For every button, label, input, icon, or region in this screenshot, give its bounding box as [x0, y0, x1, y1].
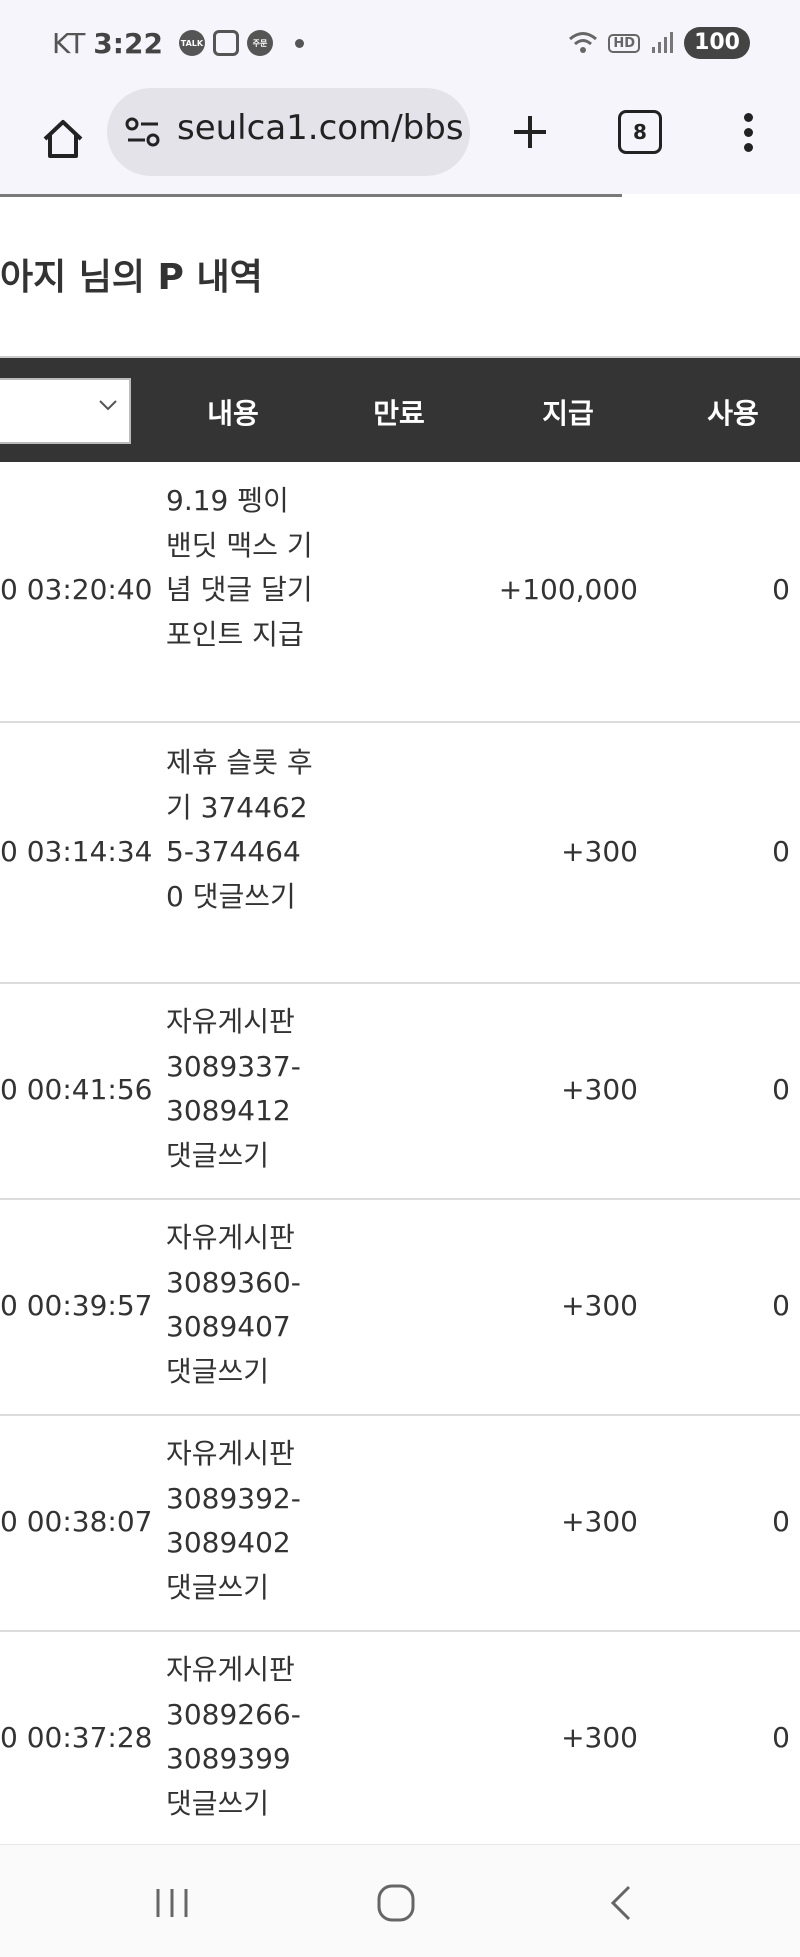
menu-dot-icon — [743, 127, 753, 137]
row-use: 0 — [772, 1073, 790, 1106]
more-notifications-dot — [294, 38, 304, 48]
row-use: 0 — [772, 835, 790, 868]
row-time: 0 00:41:56 — [0, 1073, 153, 1106]
row-pay: +300 — [561, 1721, 638, 1754]
table-row: 0 00:41:56 자유게시판 3089337-3089412 댓글쓰기 +3… — [0, 984, 800, 1200]
home-icon — [43, 120, 83, 158]
row-use: 0 — [772, 1289, 790, 1322]
tab-switcher-button[interactable]: 8 — [618, 110, 662, 154]
status-left: KT 3:22 TALK 주문 — [52, 20, 304, 66]
row-time: 0 03:14:34 — [0, 835, 153, 868]
url-text[interactable]: seulca1.com/bbs — [177, 108, 467, 148]
row-pay: +300 — [561, 1289, 638, 1322]
row-time: 0 03:20:40 — [0, 573, 153, 606]
plus-icon — [514, 116, 546, 148]
row-pay: +100,000 — [498, 573, 638, 606]
row-time: 0 00:39:57 — [0, 1289, 153, 1322]
header-pay: 지급 — [542, 397, 594, 430]
table-row: 0 00:37:28 자유게시판 3089266-3089399 댓글쓰기 +3… — [0, 1632, 800, 1846]
row-description: 자유게시판 3089360-3089407 댓글쓰기 — [166, 1221, 301, 1388]
menu-dot-icon — [743, 142, 753, 152]
row-time: 0 00:37:28 — [0, 1721, 153, 1754]
row-time: 0 00:38:07 — [0, 1505, 153, 1538]
row-pay: +300 — [561, 1505, 638, 1538]
signal-icon — [652, 32, 674, 53]
page-title: 아지 님의 P 내역 — [0, 257, 263, 298]
row-use: 0 — [772, 1505, 790, 1538]
url-bar[interactable]: seulca1.com/bbs — [107, 88, 470, 176]
recent-apps-icon — [156, 1889, 188, 1917]
home-nav-button[interactable] — [366, 1873, 426, 1933]
status-right: HD 100 — [568, 26, 750, 60]
kakaotalk-icon: TALK — [178, 30, 205, 56]
home-circle-icon — [377, 1884, 415, 1922]
browser-menu-button[interactable] — [728, 100, 768, 164]
carrier-label: KT — [52, 26, 86, 60]
header-expire: 만료 — [373, 397, 425, 430]
new-tab-button[interactable] — [498, 100, 562, 164]
table-row: 0 03:20:40 9.19 펭이 밴딧 맥스 기념 댓글 달기 포인트 지급… — [0, 460, 800, 723]
header-content: 내용 — [207, 397, 259, 430]
battery-indicator: 100 — [684, 27, 750, 59]
table-row: 0 00:39:57 자유게시판 3089360-3089407 댓글쓰기 +3… — [0, 1200, 800, 1416]
row-use: 0 — [772, 1721, 790, 1754]
clock: 3:22 — [93, 26, 163, 60]
order-icon: 주문 — [246, 30, 273, 56]
home-button[interactable] — [28, 106, 98, 172]
row-description: 9.19 펭이 밴딧 맥스 기념 댓글 달기 포인트 지급 — [166, 484, 313, 651]
row-description: 자유게시판 3089266-3089399 댓글쓰기 — [166, 1653, 301, 1820]
page-load-progress — [0, 194, 622, 197]
hd-voice-icon: HD — [608, 33, 641, 53]
chevron-down-icon — [99, 400, 117, 411]
table-header: 내용 만료 지급 사용 — [0, 356, 800, 462]
screenshot-icon — [212, 30, 239, 56]
row-description: 자유게시판 3089337-3089412 댓글쓰기 — [166, 1005, 301, 1172]
recent-apps-button[interactable] — [142, 1873, 202, 1933]
table-row: 0 03:14:34 제휴 슬롯 후기 3744625-3744640 댓글쓰기… — [0, 723, 800, 984]
site-settings-icon[interactable] — [125, 116, 161, 148]
row-description: 자유게시판 3089392-3089402 댓글쓰기 — [166, 1437, 301, 1604]
status-bar: KT 3:22 TALK 주문 HD 100 — [0, 0, 800, 86]
row-pay: +300 — [561, 1073, 638, 1106]
filter-select[interactable] — [0, 378, 131, 444]
browser-toolbar: seulca1.com/bbs 8 — [0, 86, 800, 194]
row-pay: +300 — [561, 835, 638, 868]
table-row: 0 00:38:07 자유게시판 3089392-3089402 댓글쓰기 +3… — [0, 1416, 800, 1632]
row-use: 0 — [772, 573, 790, 606]
row-description: 제휴 슬롯 후기 3744625-3744640 댓글쓰기 — [166, 746, 313, 913]
menu-dot-icon — [743, 112, 753, 122]
system-nav-bar — [0, 1844, 800, 1957]
wifi-icon — [569, 32, 598, 53]
back-chevron-icon — [610, 1885, 631, 1921]
header-use: 사용 — [707, 397, 759, 430]
back-button[interactable] — [590, 1873, 650, 1933]
